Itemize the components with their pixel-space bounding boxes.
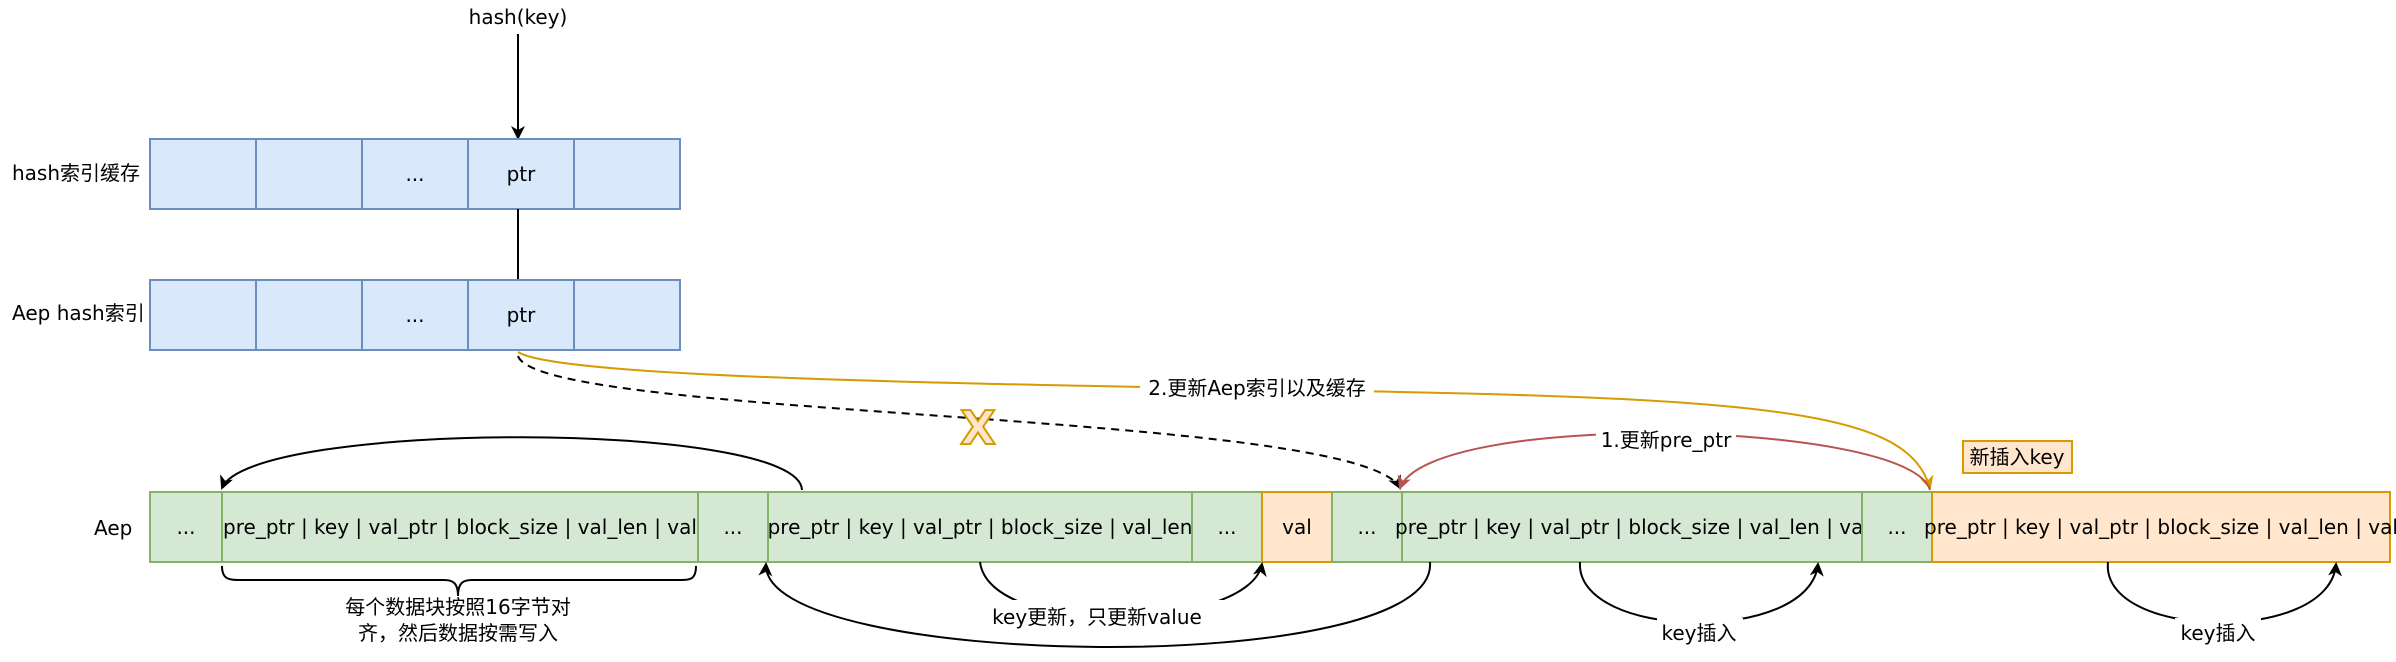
- hash-cache-row: ... ptr: [149, 138, 681, 210]
- cross-mark-icon: X: [960, 401, 995, 455]
- aep-block-text: pre_ptr | key | val_ptr | block_size | v…: [1924, 515, 2396, 539]
- aep-block-text: ...: [176, 515, 195, 539]
- key-insert-arrow-2: [2106, 561, 2343, 624]
- aep-block-text: pre_ptr | key | val_ptr | block_size | v…: [223, 515, 697, 539]
- aep-hash-cell: [149, 279, 257, 351]
- update-aep-index-label: 2.更新Aep索引以及缓存: [1148, 376, 1365, 400]
- hash-cache-cell: [255, 138, 363, 210]
- aep-block-text: val: [1282, 515, 1312, 539]
- key-insert-label-2: key插入: [2180, 621, 2255, 645]
- pre-ptr-back-arrow: [220, 436, 803, 491]
- aep-block-text: pre_ptr | key | val_ptr | block_size | v…: [1395, 515, 1869, 539]
- hash-key-label: hash(key): [469, 5, 568, 29]
- aep-block-text: ...: [723, 515, 742, 539]
- aep-block-text: ...: [1887, 515, 1906, 539]
- aep-block-text: ...: [1357, 515, 1376, 539]
- update-aep-index-arrow: [517, 351, 1934, 490]
- key-insert-label-1: key插入: [1661, 621, 1736, 645]
- aep-hash-cell: [255, 279, 363, 351]
- key-insert-arrow-1: [1578, 561, 1824, 624]
- update-pre-ptr-label: 1.更新pre_ptr: [1601, 428, 1732, 452]
- aep-label: Aep: [94, 516, 132, 540]
- hash-cache-cell: [573, 138, 681, 210]
- alignment-brace: [221, 565, 697, 597]
- aep-hash-cell-text: ...: [405, 303, 424, 327]
- aep-block-text: pre_ptr | key | val_ptr | block_size | v…: [768, 515, 1193, 539]
- hash-cache-cell-text: ptr: [507, 162, 537, 186]
- aep-hash-cell: [573, 279, 681, 351]
- value-update-label: key更新，只更新value: [992, 605, 1202, 629]
- hash-cache-cell-text: ...: [405, 162, 424, 186]
- aep-block-text: ...: [1217, 515, 1236, 539]
- alignment-note-line2: 齐，然后数据按需写入: [358, 621, 558, 645]
- aep-hash-label: Aep hash索引: [12, 301, 145, 325]
- aep-hash-cell-text: ptr: [507, 303, 537, 327]
- new-key-badge-text: 新插入key: [1969, 445, 2064, 469]
- aep-hash-row: ... ptr: [149, 279, 681, 351]
- hash-cache-cell: [149, 138, 257, 210]
- aep-memory-row: ... pre_ptr | key | val_ptr | block_size …: [149, 491, 2396, 563]
- alignment-note-line1: 每个数据块按照16字节对: [345, 595, 570, 619]
- hash-cache-label: hash索引缓存: [12, 161, 140, 185]
- aep-storage-diagram: hash(key) hash索引缓存 Aep hash索引 Aep ... ptr…: [12, 5, 2396, 649]
